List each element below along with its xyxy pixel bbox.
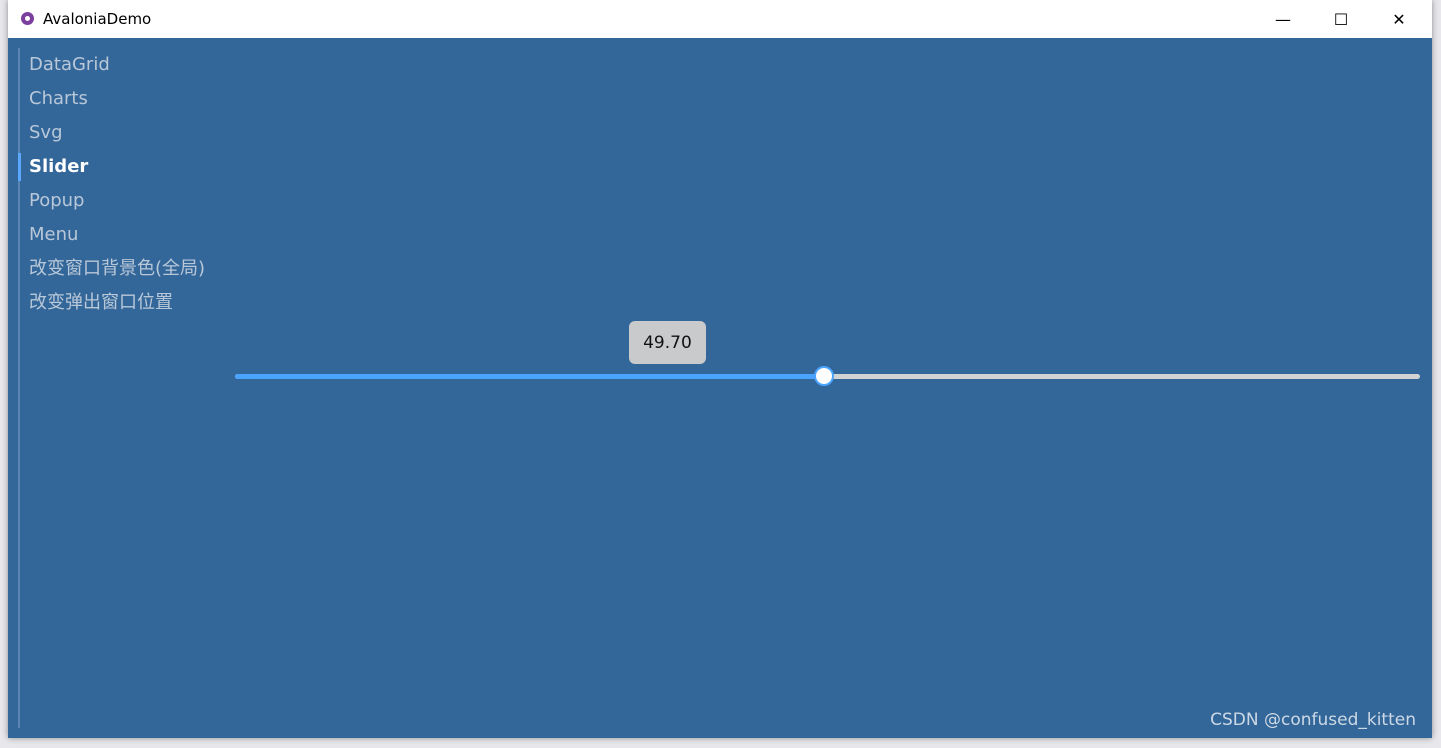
close-button[interactable]: ✕	[1370, 0, 1428, 38]
sidebar-item-0[interactable]: DataGrid	[20, 48, 220, 82]
slider-value-tooltip: 49.70	[628, 321, 706, 364]
sidebar-item-6[interactable]: 改变窗口背景色(全局)	[20, 252, 220, 286]
sidebar-nav: DataGrid Charts Svg Slider Popup Menu 改变窗口背景色(…	[18, 48, 220, 728]
maximize-button[interactable]: ☐	[1312, 0, 1370, 38]
sidebar-item-3[interactable]: Slider	[18, 150, 220, 184]
title-bar[interactable]: AvaloniaDemo — ☐ ✕	[8, 0, 1432, 38]
sidebar-item-4[interactable]: Popup	[20, 184, 220, 218]
watermark: CSDN @confused_kitten	[1210, 710, 1416, 730]
sidebar-item-5[interactable]: Menu	[20, 218, 220, 252]
sidebar-item-2[interactable]: Svg	[20, 116, 220, 150]
slider-thumb[interactable]	[813, 366, 834, 386]
avalonia-logo-icon	[21, 12, 34, 25]
sidebar-item-7[interactable]: 改变弹出窗口位置	[20, 286, 220, 320]
sidebar-item-1[interactable]: Charts	[20, 82, 220, 116]
minimize-button[interactable]: —	[1254, 0, 1312, 38]
app-window: AvaloniaDemo — ☐ ✕ DataGrid Charts Svg Slid…	[8, 0, 1432, 738]
value-slider[interactable]	[235, 366, 1420, 386]
slider-fill	[235, 374, 824, 379]
window-title: AvaloniaDemo	[43, 10, 152, 28]
